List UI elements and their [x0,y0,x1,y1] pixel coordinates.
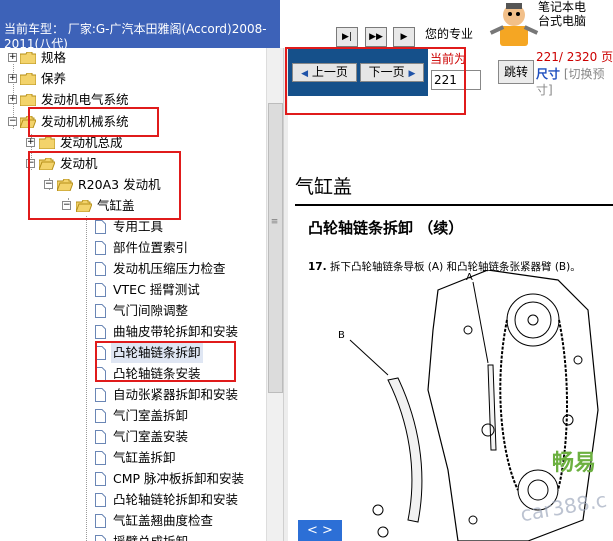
grip-icon: ≡ [270,217,279,227]
tree-scrollbar[interactable]: ≡ [266,48,283,541]
prev-page-button[interactable]: ◀ 上一页 [292,63,357,82]
section-title: 凸轮轴链条拆卸 （续） [308,219,464,237]
profile-text: 您的专业 [425,27,474,41]
tree-node-label: 气缸盖 [97,198,135,213]
tree-node-label: 气门室盖拆卸 [113,408,189,423]
next-page-button[interactable]: 下一页 ▶ [360,63,424,82]
page-icon [95,220,106,234]
page-nav-bar: ◀ 上一页 下一页 ▶ [288,48,428,96]
tree-node-label: 自动张紧器拆卸和安装 [113,387,239,402]
top-toolbar: ▶| ▶▶ ▶ 您的专业 笔记本电 台式电脑 [280,0,613,48]
callout-a: A [466,272,473,283]
tree-node-label: R20A3 发动机 [78,177,161,192]
page-icon [95,367,106,381]
page-icon [95,325,106,339]
ad-line-2: 台式电脑 [538,14,587,28]
tree-node-label: 发动机 [60,156,98,171]
page-icon [95,535,106,541]
open-folder-icon [57,179,73,191]
tree-node-label: 发动机机械系统 [41,114,129,129]
tree-node-label: 曲轴皮带轮拆卸和安装 [113,324,239,339]
expand-icon[interactable]: + [8,95,17,104]
play-button[interactable]: ▶ [393,27,415,47]
ad-line-1: 笔记本电 [538,0,587,14]
scrollbar-thumb[interactable] [268,103,283,393]
tree-node-label: 摇臂总成拆卸 [113,532,188,541]
page-count: 221/ 2320 页 [536,50,613,64]
expand-icon[interactable]: + [26,138,35,147]
ad-banner[interactable]: 笔记本电 台式电脑 [538,0,613,28]
vehicle-header: 当前车型： 厂家:G-广汽本田雅阁(Accord)2008-2011(八代) [0,0,280,48]
tree-node-label: 发动机总成 [60,135,123,150]
manual-page: 气缸盖 凸轮轴链条拆卸 （续） 17. 拆下凸轮轴链条导板 (A) 和凸轮轴链条… [288,120,613,541]
page-icon [95,241,106,255]
callout-b: B [338,330,345,341]
first-page-button[interactable]: ▶| [336,27,358,47]
chapter-tree: + 规格 + 保养 + 发动机电气系统 − 发动机机械系统 + 发动机总成 − … [0,48,266,541]
page-icon [95,451,106,465]
prev-page-label: 上一页 [311,65,348,79]
page-icon [95,409,106,423]
current-page-label: 当前为 [430,52,467,66]
tree-node-label: 气缸盖翘曲度检查 [113,513,214,528]
skip-forward-button[interactable]: ▶▶ [365,27,387,47]
folder-icon [39,137,55,149]
size-trail: 寸] [536,83,553,97]
tree-node-label: 气门间隙调整 [113,303,189,318]
open-folder-icon [20,116,36,128]
page-icon [95,430,106,444]
watermark-logo: 畅易 [552,451,597,476]
tree-node-label: 专用工具 [113,219,164,234]
tree-node-label: CMP 脉冲板拆卸和安装 [113,471,245,486]
page-icon [95,304,106,318]
collapse-icon[interactable]: − [44,180,53,189]
collapse-icon[interactable]: − [62,201,71,210]
tree-node-label: 规格 [41,50,67,65]
tree-node-label: VTEC 摇臂测试 [113,282,200,297]
folder-icon [20,52,36,64]
page-icon [95,514,106,528]
tree-node-label: 气缸盖拆卸 [113,450,176,465]
page-title: 气缸盖 [295,176,353,198]
next-page-label: 下一页 [368,65,405,79]
tree-node-label: 气门室盖安装 [113,429,189,444]
arrow-left-icon: ◀ [301,69,309,79]
page-icon [95,388,106,402]
collapse-icon[interactable]: − [8,117,17,126]
tree-node-label: 凸轮轴链条拆卸 [111,343,203,363]
tree-node-label: 凸轮轴链轮拆卸和安装 [113,492,239,507]
tree-node-label: 发动机压缩压力检查 [113,261,226,276]
tree-node-label: 凸轮轴链条安装 [113,366,201,381]
open-folder-icon [76,200,92,212]
expand-icon[interactable]: + [8,74,17,83]
size-info: 尺寸 [切换预 [536,65,605,82]
tree-node-label: 保养 [41,71,67,86]
page-arrows-button[interactable]: < > [298,520,342,541]
jump-button[interactable]: 跳转 [498,60,534,84]
size-toggle-link[interactable]: [切换预 [564,67,605,81]
collapse-icon[interactable]: − [26,159,35,168]
expand-icon[interactable]: + [8,53,17,62]
open-folder-icon [39,158,55,170]
arrow-right-icon: ▶ [408,69,416,79]
current-vehicle-text: 当前车型： 厂家:G-广汽本田雅阁(Accord)2008-2011(八代) [4,22,267,48]
page-icon [95,346,106,360]
page-icon [95,493,106,507]
tree-node-label: 部件位置索引 [113,240,189,255]
tree-node-label: 发动机电气系统 [41,92,129,107]
page-icon [95,283,106,297]
mascot-logo [489,3,539,46]
folder-icon [20,73,36,85]
title-divider [295,204,613,206]
page-icon [95,472,106,486]
page-number-input[interactable] [431,70,481,90]
page-icon [95,262,106,276]
size-label: 尺寸 [536,67,561,81]
folder-icon [20,94,36,106]
